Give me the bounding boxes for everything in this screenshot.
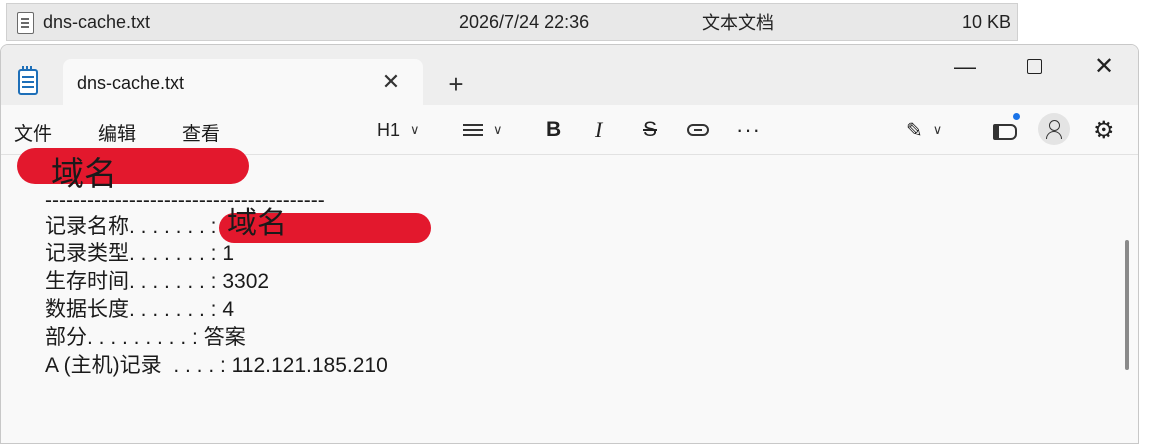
notification-dot bbox=[1013, 113, 1020, 120]
copilot-icon: ✎ bbox=[906, 119, 923, 142]
heading-dropdown[interactable]: H1 ∨ bbox=[377, 117, 420, 143]
tab-title: dns-cache.txt bbox=[77, 73, 185, 93]
bold-button[interactable]: B bbox=[546, 117, 561, 143]
chevron-down-icon: ∨ bbox=[410, 122, 420, 137]
megaphone-icon bbox=[991, 121, 1017, 140]
notepad-app-icon bbox=[18, 66, 38, 95]
file-size: 10 KB bbox=[961, 11, 1011, 32]
maximize-button[interactable] bbox=[1014, 53, 1054, 83]
account-avatar-button[interactable] bbox=[1038, 113, 1070, 145]
explorer-file-row[interactable]: dns-cache.txt 2026/7/24 22:36 文本文档 10 KB bbox=[6, 3, 1018, 41]
file-name: dns-cache.txt bbox=[43, 11, 151, 32]
new-tab-button[interactable]: + bbox=[444, 71, 468, 97]
close-window-button[interactable]: ✕ bbox=[1084, 53, 1124, 83]
heading-label: H1 bbox=[377, 119, 401, 140]
chevron-down-icon: ∨ bbox=[493, 122, 503, 137]
link-button[interactable] bbox=[687, 117, 709, 143]
notepad-window: dns-cache.txt ✕ + — ✕ 文件 编辑 查看 H1 ∨ ∨ B … bbox=[0, 44, 1139, 444]
gear-icon: ⚙ bbox=[1093, 116, 1115, 144]
copilot-dropdown[interactable]: ✎ ∨ bbox=[906, 117, 942, 143]
settings-button[interactable]: ⚙ bbox=[1093, 116, 1115, 144]
doc-line-section: 部分. . . . . . . . . : 答案 bbox=[45, 326, 246, 349]
menu-file[interactable]: 文件 bbox=[14, 119, 52, 146]
tab-close-icon[interactable]: ✕ bbox=[379, 71, 403, 95]
strikethrough-button[interactable]: S bbox=[643, 117, 657, 143]
vertical-scrollbar[interactable] bbox=[1125, 240, 1129, 370]
chevron-down-icon: ∨ bbox=[932, 122, 943, 137]
menu-view[interactable]: 查看 bbox=[182, 119, 220, 146]
doc-line-record-type: 记录类型. . . . . . . : 1 bbox=[45, 242, 235, 265]
menu-edit[interactable]: 编辑 bbox=[98, 119, 136, 146]
list-dropdown[interactable]: ∨ bbox=[463, 117, 503, 143]
whats-new-button[interactable] bbox=[991, 117, 1017, 143]
text-file-icon bbox=[17, 12, 34, 34]
title-bar[interactable]: dns-cache.txt ✕ + — ✕ bbox=[1, 45, 1138, 107]
doc-line-ttl: 生存时间. . . . . . . : 3302 bbox=[45, 270, 270, 293]
italic-button[interactable]: I bbox=[595, 117, 602, 143]
more-options-button[interactable]: ··· bbox=[736, 117, 761, 143]
doc-line-data-length: 数据长度. . . . . . . : 4 bbox=[45, 298, 235, 321]
maximize-icon bbox=[1026, 58, 1042, 74]
tab-dns-cache[interactable]: dns-cache.txt ✕ bbox=[63, 59, 423, 107]
list-icon bbox=[463, 124, 483, 136]
document-editor[interactable]: 域名 -------------------------------------… bbox=[1, 148, 1129, 443]
doc-line-a-record: A (主机)记录 . . . . : 112.121.185.210 bbox=[45, 354, 388, 377]
link-icon bbox=[687, 124, 709, 136]
minimize-button[interactable]: — bbox=[945, 53, 985, 83]
file-modified-date: 2026/7/24 22:36 bbox=[459, 11, 590, 32]
doc-line-record-name: 记录名称. . . . . . . : bbox=[45, 215, 217, 238]
file-type: 文本文档 bbox=[702, 13, 774, 33]
doc-record-name-value: 域名 bbox=[227, 207, 287, 240]
